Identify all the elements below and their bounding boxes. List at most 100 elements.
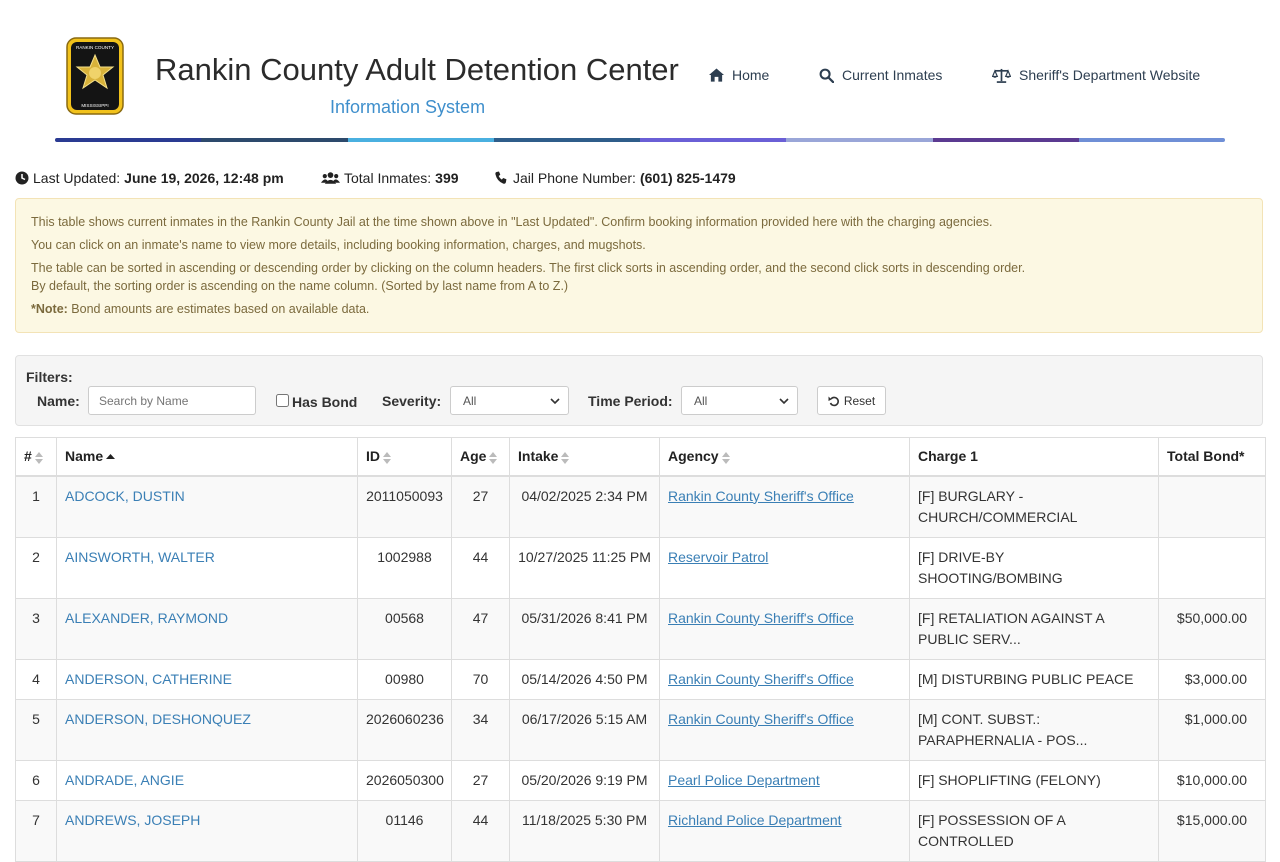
intake-date-text: 06/17/2026 5:15 AM	[521, 710, 648, 727]
intake-date-text: 04/02/2025 2:34 PM	[521, 487, 648, 504]
stripe-segment	[347, 138, 494, 142]
total-inmates: Total Inmates: 399	[321, 170, 459, 186]
agency-link-text[interactable]: Richland Police Department	[668, 812, 842, 828]
agency-link[interactable]: Richland Police Department	[659, 799, 910, 862]
inmate-name-link[interactable]: ANDREWS, JOSEPH	[56, 799, 358, 862]
column-header-agency[interactable]: Agency	[659, 437, 910, 477]
total-inmates-value: 399	[435, 170, 459, 186]
charge: [M] DISTURBING PUBLIC PEACE	[909, 658, 1159, 700]
agency-link-text[interactable]: Pearl Police Department	[668, 772, 820, 788]
intake-date-text: 05/14/2026 4:50 PM	[521, 670, 648, 687]
agency-link[interactable]: Rankin County Sheriff's Office	[659, 658, 910, 700]
undo-icon	[828, 396, 839, 406]
nav-home-label: Home	[732, 67, 770, 83]
nav-current-inmates[interactable]: Current Inmates	[819, 67, 942, 83]
agency-link-text[interactable]: Rankin County Sheriff's Office	[668, 711, 854, 727]
row-number: 4	[15, 658, 57, 700]
has-bond-checkbox[interactable]	[276, 394, 289, 407]
reset-button[interactable]: Reset	[817, 386, 886, 415]
inmate-age-text: 27	[472, 771, 489, 788]
total-bond: $15,000.00	[1158, 799, 1266, 862]
column-header-number[interactable]: #	[15, 437, 57, 477]
charge-text: [F] POSSESSION OF A CONTROLLED	[918, 811, 1066, 849]
filters-panel: Filters: Name: Has Bond Severity: All Ti…	[15, 355, 1263, 426]
notice-line-1: This table shows current inmates in the …	[31, 215, 993, 229]
column-header-name[interactable]: Name	[56, 437, 358, 477]
inmate-age-text: 44	[472, 548, 489, 565]
name-search-input[interactable]	[88, 386, 256, 415]
inmate-name-link[interactable]: AINSWORTH, WALTER	[56, 536, 358, 599]
inmate-age: 27	[451, 475, 510, 538]
inmate-name-link-text[interactable]: ANDREWS, JOSEPH	[65, 812, 200, 828]
total-bond-text: $1,000.00	[1184, 710, 1247, 727]
column-header-total-bond: Total Bond*	[1158, 437, 1266, 477]
time-period-select[interactable]: All	[681, 386, 798, 415]
inmate-name-link-text[interactable]: ANDRADE, ANGIE	[65, 772, 184, 788]
agency-link[interactable]: Reservoir Patrol	[659, 536, 910, 599]
total-bond: $1,000.00	[1158, 698, 1266, 761]
filters-title: Filters:	[26, 369, 73, 385]
inmate-name-link[interactable]: ADCOCK, DUSTIN	[56, 475, 358, 538]
charge-text: [F] RETALIATION AGAINST A PUBLIC SERV...	[918, 609, 1104, 647]
row-number: 3	[15, 597, 57, 660]
row-number-text: 4	[32, 670, 40, 687]
inmate-age: 70	[451, 658, 510, 700]
total-bond-text: $3,000.00	[1184, 670, 1247, 687]
agency-link[interactable]: Pearl Police Department	[659, 759, 910, 801]
stripe-segment	[55, 138, 202, 142]
inmate-name-link-text[interactable]: ANDERSON, DESHONQUEZ	[65, 711, 251, 727]
inmate-name-link-text[interactable]: ALEXANDER, RAYMOND	[65, 610, 228, 626]
charge: [F] POSSESSION OF A CONTROLLED	[909, 799, 1159, 862]
row-number: 5	[15, 698, 57, 761]
sort-asc-icon	[106, 453, 116, 459]
severity-label: Severity:	[382, 393, 442, 409]
stripe-segment	[786, 138, 933, 142]
inmate-name-link[interactable]: ANDERSON, CATHERINE	[56, 658, 358, 700]
nav-sheriff-website[interactable]: Sheriff's Department Website	[992, 67, 1200, 83]
stripe-segment	[932, 138, 1079, 142]
agency-link[interactable]: Rankin County Sheriff's Office	[659, 475, 910, 538]
notice-note: *Note: Bond amounts are estimates based …	[31, 302, 369, 316]
stripe-segment	[640, 138, 787, 142]
column-header-age[interactable]: Age	[451, 437, 510, 477]
total-bond	[1158, 475, 1266, 538]
inmate-id-text: 1002988	[377, 548, 432, 565]
agency-link[interactable]: Rankin County Sheriff's Office	[659, 597, 910, 660]
agency-link[interactable]: Rankin County Sheriff's Office	[659, 698, 910, 761]
table-row: 3 ALEXANDER, RAYMOND 00568 47 05/31/2026 8:4…	[15, 597, 1266, 660]
row-number-text: 5	[32, 710, 40, 727]
table-row: 2 AINSWORTH, WALTER 1002988 44 10/27/2025 11…	[15, 536, 1266, 599]
agency-link-text[interactable]: Reservoir Patrol	[668, 549, 768, 565]
inmate-id-text: 01146	[385, 811, 424, 828]
inmate-name-link-text[interactable]: ADCOCK, DUSTIN	[65, 488, 185, 504]
inmate-name-link-text[interactable]: AINSWORTH, WALTER	[65, 549, 215, 565]
table-row: 4 ANDERSON, CATHERINE 00980 70 05/14/2026 4:…	[15, 658, 1266, 700]
column-header-intake[interactable]: Intake	[509, 437, 660, 477]
inmate-age: 47	[451, 597, 510, 660]
inmate-name-link[interactable]: ALEXANDER, RAYMOND	[56, 597, 358, 660]
intake-date: 06/17/2026 5:15 AM	[509, 698, 660, 761]
row-number: 1	[15, 475, 57, 538]
notice-line-2: You can click on an inmate's name to vie…	[31, 238, 646, 252]
inmate-name-link[interactable]: ANDRADE, ANGIE	[56, 759, 358, 801]
inmate-name-link[interactable]: ANDERSON, DESHONQUEZ	[56, 698, 358, 761]
time-period-select-value: All	[694, 393, 708, 408]
intake-date: 04/02/2025 2:34 PM	[509, 475, 660, 538]
nav-home[interactable]: Home	[709, 67, 769, 83]
inmate-id-text: 00568	[385, 609, 424, 626]
severity-select[interactable]: All	[450, 386, 569, 415]
agency-link-text[interactable]: Rankin County Sheriff's Office	[668, 671, 854, 687]
inmate-name-link-text[interactable]: ANDERSON, CATHERINE	[65, 671, 232, 687]
intake-date: 05/14/2026 4:50 PM	[509, 658, 660, 700]
column-header-id[interactable]: ID	[357, 437, 452, 477]
sheriff-badge-logo[interactable]: RANKIN COUNTY MISSISSIPPI	[66, 37, 124, 115]
has-bond-label[interactable]: Has Bond	[292, 394, 357, 410]
agency-link-text[interactable]: Rankin County Sheriff's Office	[668, 610, 854, 626]
chevron-down-icon	[779, 398, 789, 405]
charge: [F] DRIVE-BY SHOOTING/BOMBING	[909, 536, 1159, 599]
inmate-age-text: 27	[472, 487, 489, 504]
clock-icon	[15, 171, 29, 185]
agency-link-text[interactable]: Rankin County Sheriff's Office	[668, 488, 854, 504]
jail-phone-value: (601) 825-1479	[639, 170, 736, 186]
total-bond-text: $50,000.00	[1176, 609, 1247, 626]
